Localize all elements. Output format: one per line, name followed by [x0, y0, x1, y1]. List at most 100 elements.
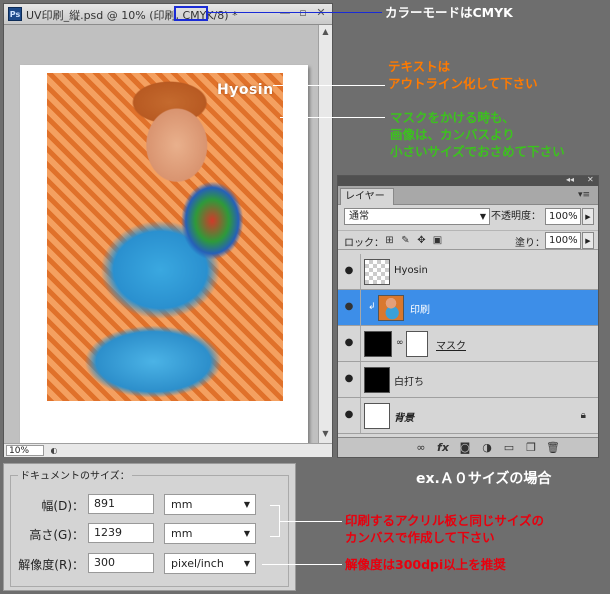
panel-close-icon[interactable]: ✕ — [587, 175, 594, 184]
fill-label: 塗り： — [515, 238, 545, 249]
annotation-canvas-2: カンバスで作成して下さい — [345, 530, 495, 545]
layer-name: 背景 — [394, 413, 414, 424]
annotation-line-resolution — [262, 564, 342, 565]
lock-move-icon[interactable]: ✥ — [416, 235, 427, 246]
annotation-line-outline — [273, 85, 385, 86]
height-input[interactable]: 1239 — [88, 523, 154, 543]
link-layers-icon[interactable]: ∞ — [414, 441, 428, 455]
opacity-slider-button[interactable]: ▶ — [582, 208, 594, 225]
annotation-mask-1: マスクをかける時も、 — [390, 110, 515, 125]
lock-icon: 🔒︎ — [580, 410, 586, 421]
panel-top-bar: ◂◂ ✕ — [338, 175, 598, 186]
panel-tab-bar: レイヤー ▾≡ — [338, 186, 598, 205]
clip-arrow-icon: ↲ — [368, 302, 376, 312]
cmyk-highlight-box — [174, 6, 208, 21]
height-unit-value: mm — [171, 527, 193, 540]
new-layer-icon[interactable]: ❐ — [524, 441, 538, 455]
layer-row-mask[interactable]: ● ∞ マスク — [338, 326, 598, 362]
resolution-unit-select[interactable]: pixel/inch ▼ — [164, 553, 256, 574]
layer-name: マスク — [436, 341, 466, 352]
close-button[interactable]: ✕ — [314, 6, 328, 20]
layer-row-background[interactable]: ● 背景 🔒︎ — [338, 398, 598, 434]
layer-name: 印刷 — [410, 305, 430, 316]
layer-thumbnail — [364, 367, 390, 393]
mask-thumbnail[interactable] — [406, 331, 428, 357]
width-label: 幅(D)： — [41, 499, 84, 513]
canvas-photo — [47, 73, 283, 401]
link-icon[interactable]: ∞ — [396, 338, 404, 348]
chevron-down-icon: ▼ — [479, 212, 486, 221]
annotation-mask-3: 小さいサイズでおさめて下さい — [390, 144, 565, 159]
scroll-down-icon[interactable]: ▼ — [321, 429, 330, 439]
layer-thumbnail — [364, 403, 390, 429]
annotation-example: ex.Ａ０サイズの場合 — [416, 471, 552, 487]
trash-icon[interactable]: 🗑︎ — [546, 441, 560, 455]
panel-menu-icon[interactable]: ▾≡ — [578, 190, 592, 202]
annotation-line-cmyk — [207, 12, 382, 13]
lock-paint-icon[interactable]: ✎ — [400, 235, 411, 246]
eye-icon[interactable]: ● — [342, 266, 356, 276]
adjustment-layer-icon[interactable]: ◑ — [480, 441, 494, 455]
layer-thumbnail — [364, 331, 392, 357]
new-group-icon[interactable]: ▭ — [502, 441, 516, 455]
add-mask-icon[interactable]: ◙ — [458, 441, 472, 455]
chevron-down-icon: ▼ — [243, 529, 250, 538]
lock-row: ロック： ⊞ ✎ ✥ ▣ 塗り： 100% ▶ — [338, 230, 598, 250]
eye-icon[interactable]: ● — [342, 302, 356, 312]
resolution-label: 解像度(R)： — [18, 558, 84, 572]
layer-name: Hyosin — [394, 265, 428, 276]
layers-panel[interactable]: ◂◂ ✕ レイヤー ▾≡ 通常 ▼ 不透明度： 100% ▶ ロック： ⊞ ✎ … — [337, 175, 599, 458]
annotation-bracket — [270, 505, 280, 537]
document-window[interactable]: Ps UV印刷_縦.psd @ 10% (印刷, CMYK/8) * — ▫ ✕… — [3, 3, 333, 457]
restore-button[interactable]: ▫ — [296, 6, 310, 20]
status-bar: 10% ◐ — [4, 443, 332, 457]
minimize-button[interactable]: — — [278, 6, 292, 20]
lock-all-icon[interactable]: ▣ — [432, 235, 443, 246]
resolution-unit-value: pixel/inch — [171, 557, 224, 570]
width-unit-select[interactable]: mm ▼ — [164, 494, 256, 515]
layer-row-print[interactable]: ● ↲ 印刷 — [338, 290, 598, 326]
document-title-bar[interactable]: Ps UV印刷_縦.psd @ 10% (印刷, CMYK/8) * — ▫ ✕ — [4, 4, 332, 25]
vertical-scrollbar[interactable]: ▲ ▼ — [318, 25, 332, 443]
lock-label: ロック： — [344, 238, 384, 249]
eye-icon[interactable]: ● — [342, 338, 356, 348]
blend-mode-value: 通常 — [349, 211, 369, 222]
layer-row-hyosin[interactable]: ● Hyosin — [338, 254, 598, 290]
width-unit-value: mm — [171, 498, 193, 511]
photo-text-hyosin: Hyosin — [217, 82, 274, 98]
blend-mode-select[interactable]: 通常 ▼ — [344, 208, 490, 225]
width-input[interactable]: 891 — [88, 494, 154, 514]
zoom-field[interactable]: 10% — [6, 445, 44, 456]
document-size-panel: ドキュメントのサイズ： 幅(D)： 891 mm ▼ 高さ(G)： 1239 m… — [3, 463, 296, 591]
annotation-outline-1: テキストは — [388, 59, 451, 74]
tab-layers[interactable]: レイヤー — [340, 188, 394, 205]
annotation-color-mode: カラーモードはCMYK — [385, 5, 513, 20]
height-unit-select[interactable]: mm ▼ — [164, 523, 256, 544]
opacity-input[interactable]: 100% — [545, 208, 581, 225]
annotation-resolution: 解像度は300dpi以上を推奨 — [345, 557, 506, 572]
eye-icon[interactable]: ● — [342, 410, 356, 420]
layer-thumbnail — [364, 259, 390, 285]
status-menu-icon[interactable]: ◐ — [48, 445, 60, 456]
fill-slider-button[interactable]: ▶ — [582, 232, 594, 249]
chevron-down-icon: ▼ — [243, 559, 250, 568]
fill-input[interactable]: 100% — [545, 232, 581, 249]
layers-bottom-toolbar: ∞ fx ◙ ◑ ▭ ❐ 🗑︎ — [338, 437, 598, 457]
annotation-line-mask — [280, 117, 385, 118]
layer-thumbnail — [378, 295, 404, 321]
fx-icon[interactable]: fx — [436, 441, 450, 455]
photoshop-icon: Ps — [8, 7, 22, 21]
annotation-canvas-1: 印刷するアクリル板と同じサイズの — [345, 513, 545, 528]
annotation-mask-2: 画像は、カンバスより — [390, 127, 515, 142]
eye-icon[interactable]: ● — [342, 374, 356, 384]
scroll-up-icon[interactable]: ▲ — [321, 27, 330, 37]
document-size-legend: ドキュメントのサイズ： — [18, 467, 132, 482]
collapse-icon[interactable]: ◂◂ — [566, 175, 574, 184]
layer-row-white[interactable]: ● 白打ち — [338, 362, 598, 398]
annotation-line-canvas — [280, 521, 342, 522]
chevron-down-icon: ▼ — [243, 500, 250, 509]
lock-transparency-icon[interactable]: ⊞ — [384, 235, 395, 246]
opacity-label: 不透明度： — [491, 211, 541, 222]
annotation-outline-2: アウトライン化して下さい — [388, 76, 538, 91]
resolution-input[interactable]: 300 — [88, 553, 154, 573]
